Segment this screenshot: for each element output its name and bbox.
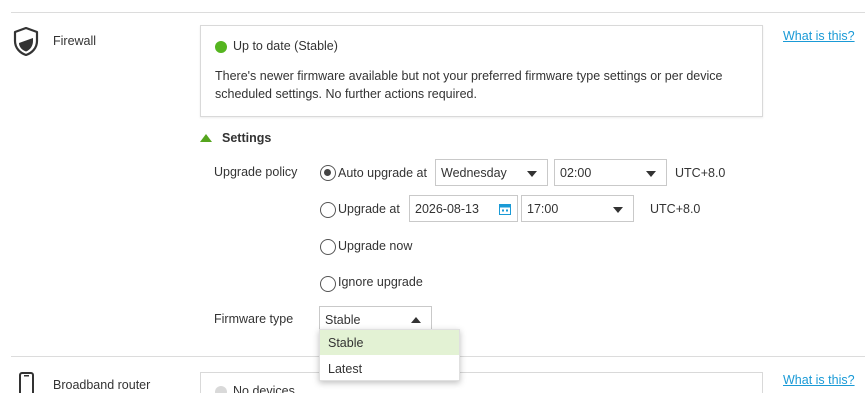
status-text: Up to date (Stable) [233, 39, 338, 53]
ignore-upgrade-label: Ignore upgrade [338, 275, 423, 289]
radio-upgrade-at[interactable] [320, 202, 336, 218]
status-no-devices-dot-icon [215, 386, 227, 393]
auto-upgrade-day-value: Wednesday [441, 166, 507, 180]
phone-icon [19, 372, 34, 393]
settings-toggle[interactable]: Settings [200, 131, 271, 145]
chevron-down-icon [613, 207, 623, 213]
settings-label: Settings [222, 131, 272, 145]
auto-upgrade-label: Auto upgrade at [338, 166, 427, 180]
status-description: There's newer firmware available but not… [215, 69, 723, 101]
firmware-option-stable-label: Stable [328, 336, 364, 350]
upgrade-date-value: 2026-08-13 [415, 202, 479, 216]
radio-ignore-upgrade[interactable] [320, 276, 336, 292]
upgrade-now-label: Upgrade now [338, 239, 413, 253]
auto-upgrade-time-select[interactable]: 02:00 [554, 159, 667, 186]
auto-upgrade-timezone: UTC+8.0 [675, 166, 726, 180]
firmware-option-latest[interactable]: Latest [320, 356, 459, 381]
firmware-type-dropdown: Stable Latest [319, 329, 460, 381]
top-divider [11, 12, 865, 13]
chevron-down-icon [527, 171, 537, 177]
firmware-type-value: Stable [325, 313, 361, 327]
firmware-option-stable[interactable]: Stable [320, 330, 459, 355]
upgrade-at-time-select[interactable]: 17:00 [521, 195, 634, 222]
firewall-title: Firewall [53, 34, 97, 48]
chevron-up-icon [411, 317, 421, 323]
broadband-help-link[interactable]: What is this? [783, 373, 855, 387]
firewall-shield-icon [13, 26, 39, 57]
firmware-type-label: Firmware type [214, 312, 294, 326]
auto-upgrade-time-value: 02:00 [560, 166, 592, 180]
triangle-up-icon [200, 134, 212, 142]
upgrade-date-field[interactable]: 2026-08-13 [409, 195, 518, 222]
upgrade-at-time-value: 17:00 [527, 202, 559, 216]
auto-upgrade-day-select[interactable]: Wednesday [435, 159, 548, 186]
upgrade-policy-label: Upgrade policy [214, 165, 298, 179]
firewall-help-link[interactable]: What is this? [783, 29, 855, 43]
broadband-status-box: No devices [200, 372, 763, 393]
radio-auto-upgrade[interactable] [320, 165, 336, 181]
status-up-to-date-dot-icon [215, 41, 227, 53]
broadband-status-text: No devices [233, 384, 295, 393]
upgrade-at-timezone: UTC+8.0 [650, 202, 701, 216]
chevron-down-icon [646, 171, 656, 177]
radio-upgrade-now[interactable] [320, 239, 336, 255]
firmware-option-latest-label: Latest [328, 362, 363, 376]
calendar-icon [499, 204, 511, 215]
upgrade-at-label: Upgrade at [338, 202, 400, 216]
broadband-router-title: Broadband router [53, 378, 151, 392]
firewall-status-box: Up to date (Stable) There's newer firmwa… [200, 25, 763, 117]
